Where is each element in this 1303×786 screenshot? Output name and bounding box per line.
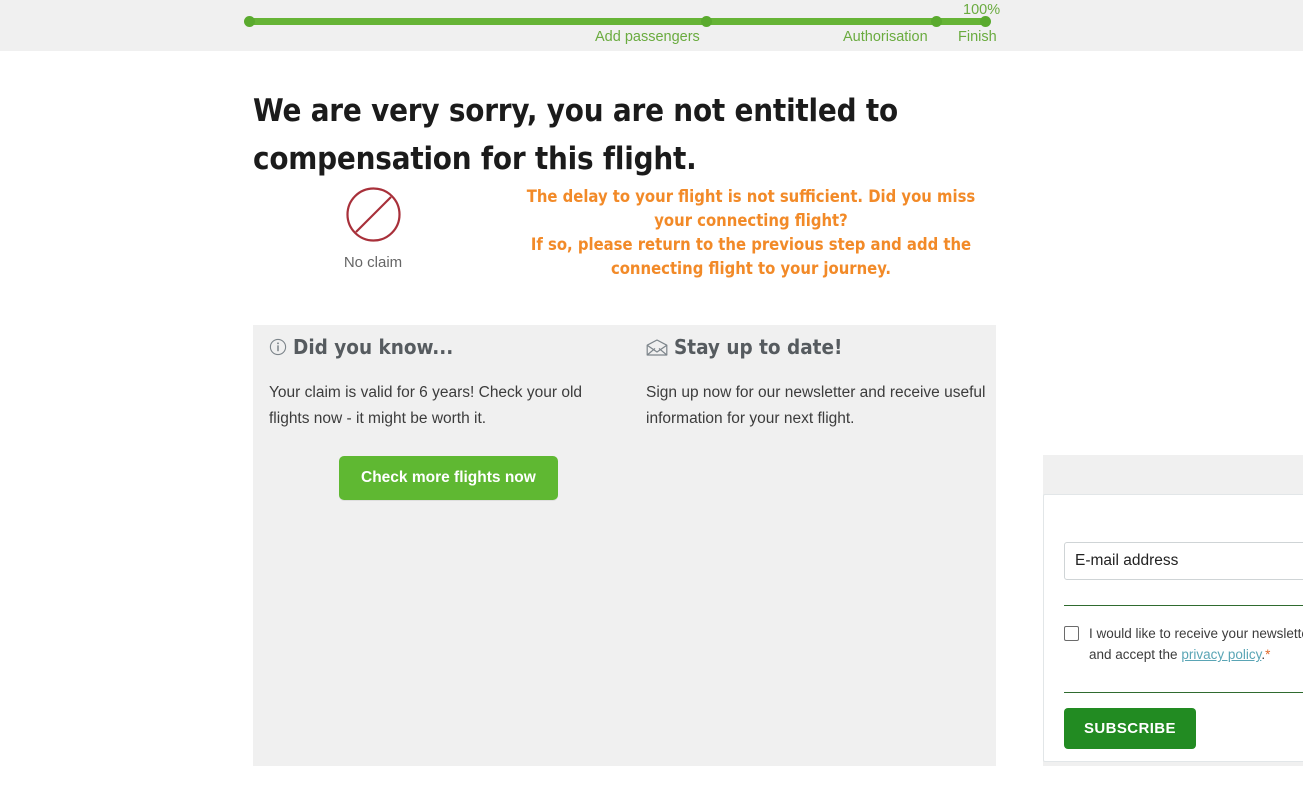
newsletter-body: Sign up now for our newsletter and recei… bbox=[646, 384, 986, 427]
warning-line-2: your connecting flight? bbox=[654, 211, 848, 230]
progress-dot-start[interactable] bbox=[244, 16, 255, 27]
privacy-policy-link[interactable]: privacy policy bbox=[1181, 647, 1261, 662]
no-claim-icon bbox=[330, 186, 416, 248]
form-divider-top bbox=[1064, 605, 1303, 606]
warning-line-3: If so, please return to the previous ste… bbox=[530, 235, 972, 254]
progress-dot-authorisation[interactable] bbox=[931, 16, 942, 27]
newsletter-consent-checkbox[interactable] bbox=[1064, 626, 1079, 641]
email-input[interactable] bbox=[1064, 542, 1303, 580]
did-you-know-title: Did you know... bbox=[269, 335, 453, 359]
envelope-icon bbox=[646, 338, 668, 356]
newsletter-form-card: I would like to receive your newsletter … bbox=[1043, 494, 1303, 762]
info-panel: Did you know... Your claim is valid for … bbox=[253, 325, 1303, 766]
progress-step-label-authorisation: Authorisation bbox=[843, 29, 928, 45]
warning-line-1: The delay to your flight is not sufficie… bbox=[526, 187, 976, 206]
info-circle-icon bbox=[269, 338, 287, 356]
subscribe-button[interactable]: SUBSCRIBE bbox=[1064, 708, 1196, 749]
newsletter-title-text: Stay up to date! bbox=[674, 335, 843, 359]
no-claim-label: No claim bbox=[343, 254, 403, 271]
did-you-know-title-text: Did you know... bbox=[293, 335, 454, 359]
progress-step-label-add-passengers: Add passengers bbox=[595, 29, 700, 45]
progress-dot-add-passengers[interactable] bbox=[701, 16, 712, 27]
progress-track bbox=[248, 18, 986, 25]
newsletter-column: Stay up to date! Sign up now for our new… bbox=[638, 325, 1303, 766]
progress-percent-label: 100% bbox=[963, 2, 1001, 18]
progress-step-label-finish: Finish bbox=[958, 29, 997, 45]
no-claim-block: No claim bbox=[330, 186, 416, 271]
consent-row: I would like to receive your newsletter … bbox=[1064, 623, 1303, 665]
newsletter-title: Stay up to date! bbox=[646, 335, 842, 359]
required-marker: * bbox=[1265, 647, 1271, 662]
check-more-flights-button[interactable]: Check more flights now bbox=[339, 456, 558, 500]
warning-line-4: connecting flight to your journey. bbox=[610, 259, 892, 278]
page-title: We are very sorry, you are not entitled … bbox=[253, 92, 898, 177]
form-divider-bottom bbox=[1064, 692, 1303, 693]
warning-message: The delay to your flight is not sufficie… bbox=[516, 185, 986, 281]
did-you-know-column: Did you know... Your claim is valid for … bbox=[261, 325, 633, 766]
newsletter-widget: I would like to receive your newsletter … bbox=[1043, 455, 1303, 766]
progress-header: 100% Add passengers Authorisation Finish bbox=[0, 0, 1303, 51]
did-you-know-body: Your claim is valid for 6 years! Check y… bbox=[269, 384, 583, 427]
consent-text: I would like to receive your newsletter … bbox=[1089, 623, 1303, 665]
